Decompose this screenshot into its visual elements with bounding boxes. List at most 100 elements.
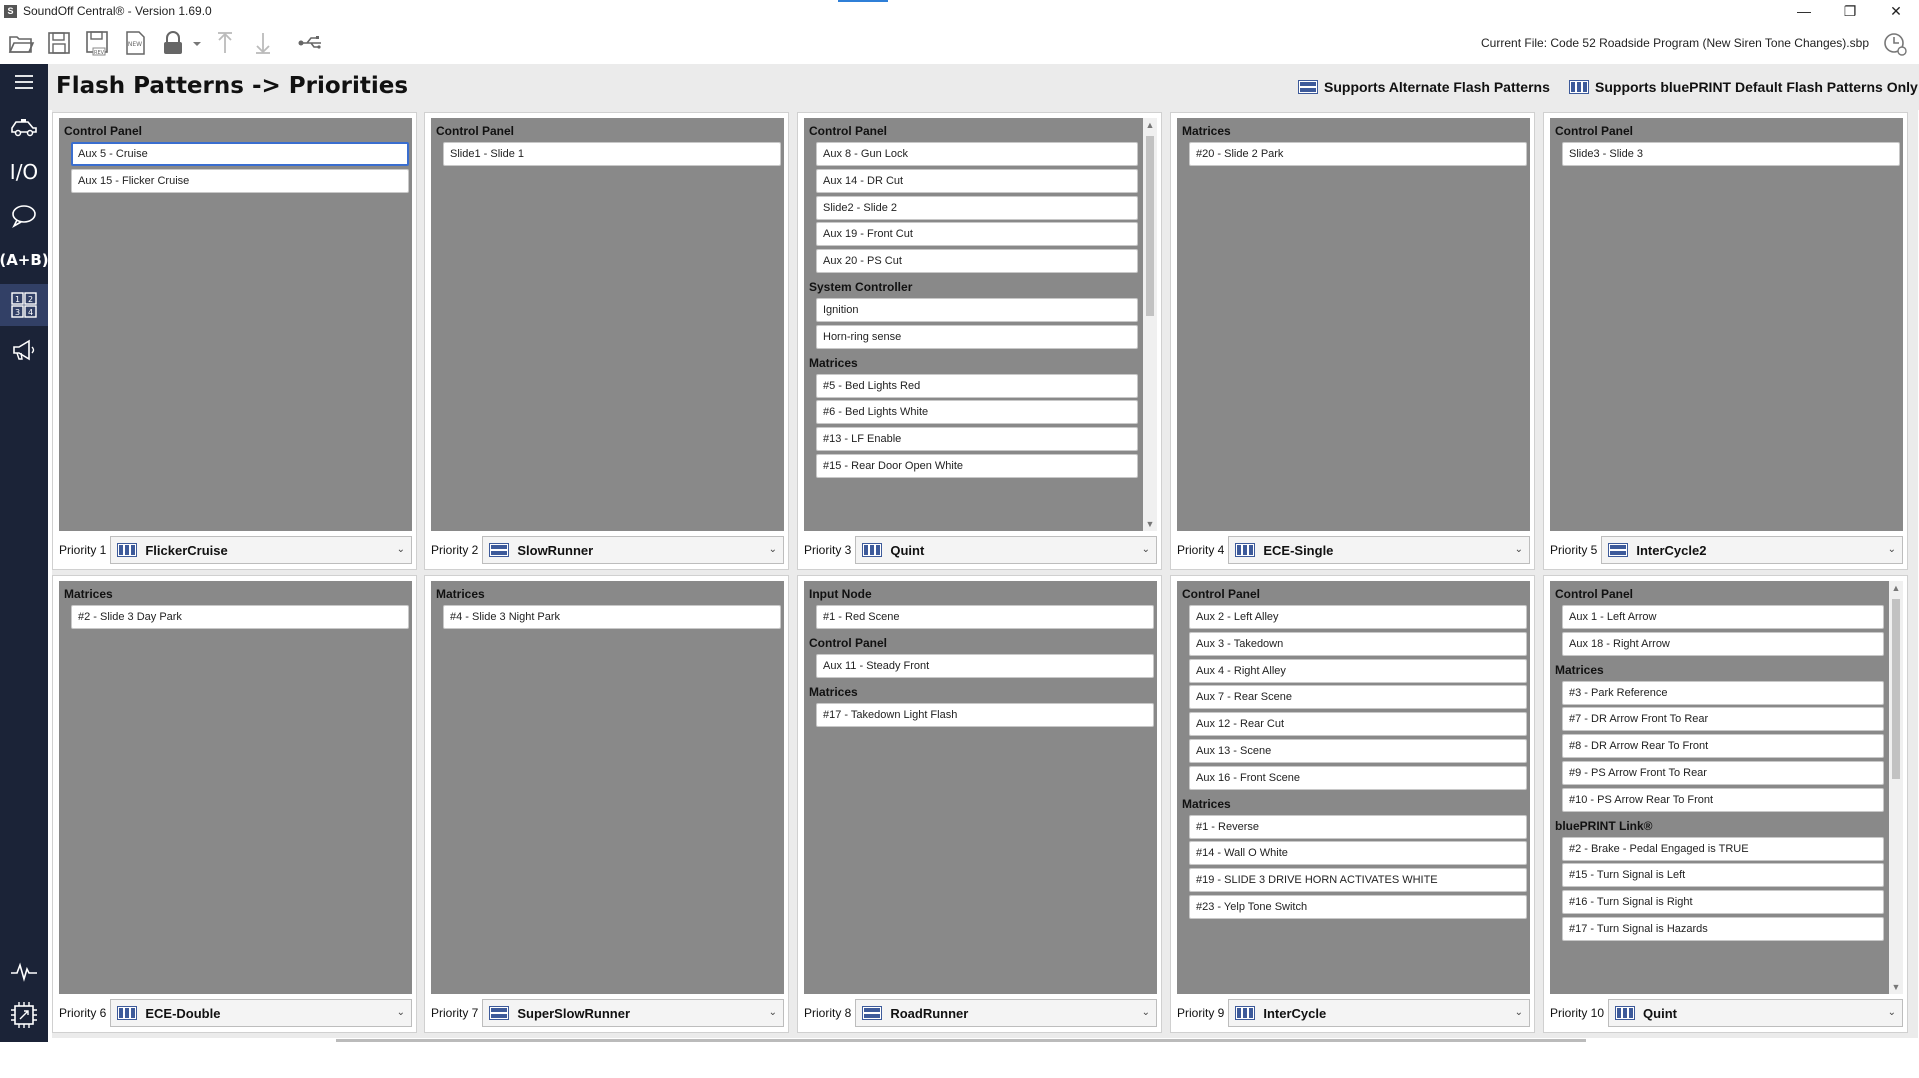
minimize-button[interactable]: — [1781,0,1827,22]
input-list-item[interactable]: #4 - Slide 3 Night Park [443,605,781,629]
flash-pattern-name: Quint [1643,1005,1677,1021]
input-list-item[interactable]: #10 - PS Arrow Rear To Front [1562,787,1884,812]
svg-text:NEW: NEW [128,41,142,48]
input-list-item[interactable]: Slide3 - Slide 3 [1562,142,1900,166]
lock-button[interactable] [156,26,190,60]
priority-footer: Priority 3 Quint ⌄ [804,535,1157,565]
input-list-item[interactable]: Aux 16 - Front Scene [1189,765,1527,790]
sidebar-menu-button[interactable] [0,64,48,100]
close-button[interactable]: ✕ [1873,0,1919,22]
input-list-item[interactable]: Aux 11 - Steady Front [816,653,1154,678]
input-list-item[interactable]: Aux 13 - Scene [1189,739,1527,763]
save-revision-button[interactable]: REV [80,26,114,60]
alternate-pattern-icon [1298,80,1318,94]
input-list-item[interactable]: #5 - Bed Lights Red [816,373,1138,398]
input-list-item[interactable]: Aux 3 - Takedown [1189,631,1527,656]
scroll-up-icon[interactable]: ▲ [1143,118,1157,132]
lock-dropdown-button[interactable] [190,26,204,60]
input-list-item[interactable]: #7 - DR Arrow Front To Rear [1562,707,1884,732]
input-list-item[interactable]: #20 - Slide 2 Park [1189,142,1527,166]
sidebar-item-siren[interactable] [0,330,48,370]
input-list-item[interactable]: #17 - Takedown Light Flash [816,702,1154,727]
priority-label: Priority 10 [1550,1006,1605,1020]
priority-panel-9: Control Panel Aux 2 - Left Alley Aux 3 - T… [1170,575,1535,1033]
save-icon [48,32,70,54]
flash-pattern-select[interactable]: ECE-Double ⌄ [110,999,412,1027]
input-list-item[interactable]: Aux 14 - DR Cut [816,168,1138,193]
input-list-item[interactable]: Aux 1 - Left Arrow [1562,605,1884,629]
flash-pattern-select[interactable]: SlowRunner ⌄ [482,536,784,564]
usb-button[interactable] [294,26,328,60]
download-button[interactable] [246,26,280,60]
scroll-thumb[interactable] [1146,136,1154,316]
flash-pattern-select[interactable]: RoadRunner ⌄ [855,999,1157,1027]
scroll-up-icon[interactable]: ▲ [1889,581,1903,595]
input-list-item[interactable]: #3 - Park Reference [1562,680,1884,705]
input-list-item[interactable]: Aux 18 - Right Arrow [1562,631,1884,656]
priority-label: Priority 4 [1177,543,1225,557]
input-list-item[interactable]: #2 - Slide 3 Day Park [71,605,409,629]
flash-pattern-select[interactable]: Quint ⌄ [1608,999,1903,1027]
priority-label: Priority 3 [804,543,852,557]
scroll-down-icon[interactable]: ▼ [1889,980,1903,994]
input-list-item[interactable]: Slide2 - Slide 2 [816,195,1138,220]
sidebar-item-io[interactable]: I/O [0,152,48,192]
flash-pattern-select[interactable]: FlickerCruise ⌄ [110,536,412,564]
input-list-item[interactable]: #8 - DR Arrow Rear To Front [1562,734,1884,759]
priority-footer: Priority 5 InterCycle2 ⌄ [1550,535,1903,565]
flash-pattern-select[interactable]: Quint ⌄ [855,536,1157,564]
input-list-item[interactable]: #23 - Yelp Tone Switch [1189,895,1527,919]
input-list-item[interactable]: #9 - PS Arrow Front To Rear [1562,761,1884,785]
input-list-item[interactable]: #15 - Turn Signal is Left [1562,863,1884,888]
input-list-item[interactable]: Aux 20 - PS Cut [816,249,1138,274]
input-list-item[interactable]: #13 - LF Enable [816,427,1138,452]
sidebar-item-logic[interactable]: (A+B) [0,240,49,280]
input-list-item[interactable]: #1 - Red Scene [816,605,1154,629]
flash-pattern-select[interactable]: InterCycle ⌄ [1228,999,1530,1027]
input-list-item[interactable]: Aux 19 - Front Cut [816,222,1138,247]
input-list-item[interactable]: Horn-ring sense [816,324,1138,349]
flash-pattern-name: ECE-Double [145,1005,221,1021]
input-list-item[interactable]: Aux 12 - Rear Cut [1189,712,1527,737]
open-folder-button[interactable] [4,26,38,60]
input-list-item[interactable]: Aux 15 - Flicker Cruise [71,168,409,193]
flash-pattern-select[interactable]: InterCycle2 ⌄ [1601,536,1903,564]
vertical-scrollbar[interactable]: ▲ ▼ [1143,118,1157,531]
input-list-item[interactable]: #15 - Rear Door Open White [816,454,1138,478]
history-icon[interactable] [1881,30,1909,58]
section-header: Matrices [1182,796,1231,811]
sidebar-item-priorities[interactable]: 1234 [0,284,48,326]
blueprint-pattern-icon [1569,80,1589,94]
input-list-item[interactable]: #16 - Turn Signal is Right [1562,890,1884,915]
input-list-item[interactable]: Aux 8 - Gun Lock [816,142,1138,166]
input-list-item[interactable]: #17 - Turn Signal is Hazards [1562,917,1884,941]
input-list-item[interactable]: #1 - Reverse [1189,814,1527,839]
sidebar-item-vehicle[interactable] [0,108,48,148]
upload-button[interactable] [208,26,242,60]
sidebar-item-firmware[interactable] [0,995,48,1035]
open-folder-icon [8,36,35,53]
input-list-item[interactable]: Aux 5 - Cruise [71,142,409,166]
scroll-down-icon[interactable]: ▼ [1143,517,1157,531]
restore-button[interactable]: ❐ [1827,0,1873,22]
input-list-item[interactable]: Aux 2 - Left Alley [1189,605,1527,629]
input-list-item[interactable]: #19 - SLIDE 3 DRIVE HORN ACTIVATES WHITE [1189,868,1527,893]
sidebar-item-diagnostics[interactable] [0,952,48,992]
input-list-item[interactable]: Ignition [816,298,1138,322]
input-list-item[interactable]: #2 - Brake - Pedal Engaged is TRUE [1562,836,1884,861]
new-file-button[interactable]: NEW [118,26,152,60]
scroll-thumb[interactable] [1892,599,1900,779]
input-list-item[interactable]: Aux 7 - Rear Scene [1189,685,1527,710]
flash-pattern-select[interactable]: SuperSlowRunner ⌄ [482,999,784,1027]
input-list-item[interactable]: #14 - Wall O White [1189,841,1527,866]
sidebar-item-help[interactable] [0,1038,48,1078]
sidebar-item-messages[interactable] [0,196,48,236]
chevron-down-icon: ⌄ [1514,544,1523,555]
input-list-item[interactable]: Aux 4 - Right Alley [1189,658,1527,683]
input-list-item[interactable]: #6 - Bed Lights White [816,400,1138,425]
vertical-scrollbar[interactable]: ▲ ▼ [1889,581,1903,994]
save-button[interactable] [42,26,76,60]
input-list-item[interactable]: Slide1 - Slide 1 [443,142,781,166]
flash-pattern-select[interactable]: ECE-Single ⌄ [1228,536,1530,564]
priority-panel-7: Matrices #4 - Slide 3 Night Park Priority … [424,575,789,1033]
